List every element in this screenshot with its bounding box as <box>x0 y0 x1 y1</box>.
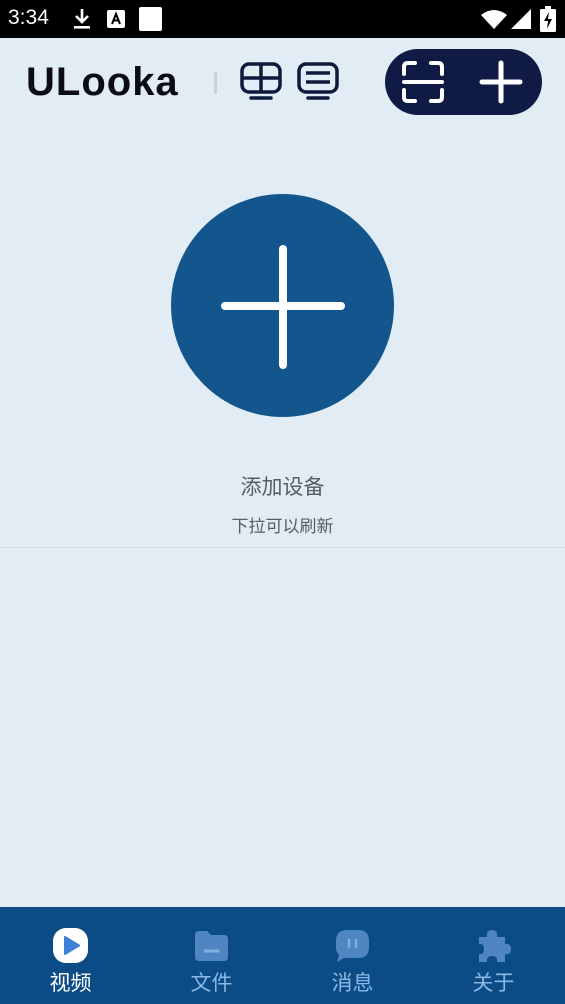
download-icon <box>74 9 90 29</box>
status-bar: 3:34 <box>0 0 565 38</box>
tab-messages[interactable]: 消息 <box>282 907 423 1004</box>
status-time: 3:34 <box>8 6 49 29</box>
puzzle-icon <box>479 930 511 962</box>
grid-view-icon[interactable] <box>239 62 283 102</box>
add-device-button[interactable] <box>171 194 394 417</box>
app-title: ULooka <box>26 60 179 104</box>
video-play-icon <box>53 928 88 963</box>
content-divider <box>0 547 565 548</box>
blank-notification-icon <box>139 7 162 31</box>
tab-messages-label: 消息 <box>331 971 374 995</box>
add-device-plus-icon <box>221 245 345 369</box>
folder-icon <box>195 931 228 961</box>
header-action-pill <box>385 49 542 115</box>
add-device-label: 添加设备 <box>240 475 325 499</box>
pull-refresh-hint: 下拉可以刷新 <box>231 517 334 537</box>
tab-video-label: 视频 <box>49 971 92 995</box>
top-header: ULooka <box>0 38 565 128</box>
tab-video[interactable]: 视频 <box>0 907 141 1004</box>
tab-about[interactable]: 关于 <box>423 907 564 1004</box>
tab-files[interactable]: 文件 <box>141 907 282 1004</box>
wifi-icon <box>481 10 507 29</box>
signal-icon <box>511 9 531 29</box>
tab-about-label: 关于 <box>472 971 515 995</box>
list-view-icon[interactable] <box>296 62 340 102</box>
scan-icon[interactable] <box>399 58 447 106</box>
bottom-tab-bar: 视频 文件 消息 关于 <box>0 907 565 1004</box>
tab-files-label: 文件 <box>190 971 233 995</box>
header-divider <box>214 72 217 94</box>
message-icon <box>336 930 369 962</box>
a-notification-icon <box>107 10 125 28</box>
battery-charging-icon <box>540 6 556 32</box>
plus-icon[interactable] <box>477 58 525 106</box>
